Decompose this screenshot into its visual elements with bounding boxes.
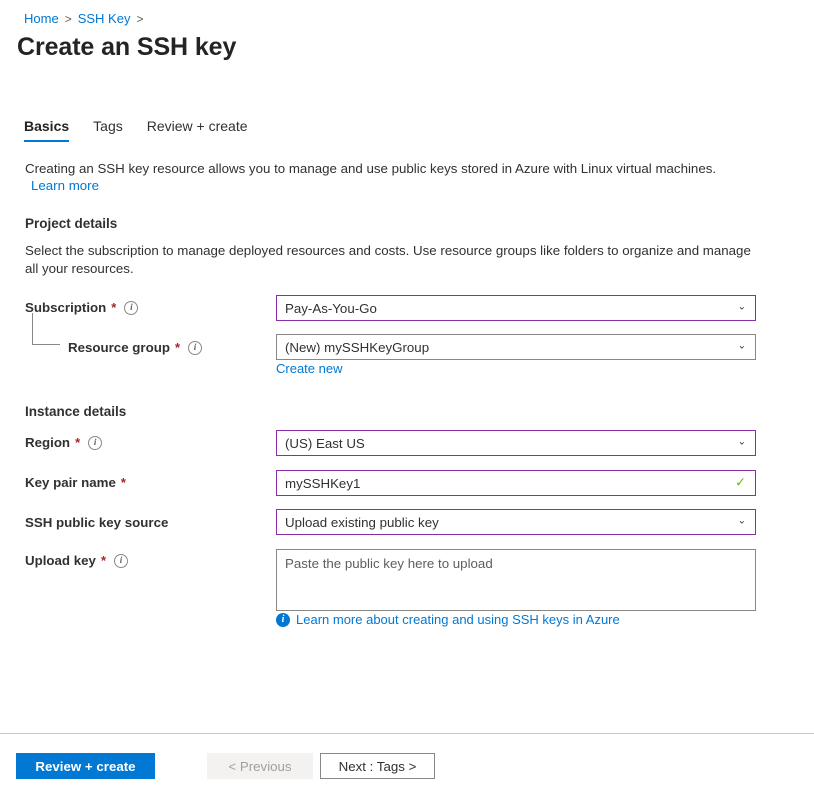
info-icon[interactable]: i (124, 301, 138, 315)
tab-tags[interactable]: Tags (93, 118, 137, 142)
region-value: (US) East US (285, 436, 365, 451)
key-pair-name-input[interactable]: mySSHKey1 ✓ (276, 470, 756, 496)
breadcrumb-separator-icon: > (136, 10, 143, 28)
ssh-public-key-source-label: SSH public key source (25, 515, 168, 530)
project-details-heading: Project details (25, 216, 117, 231)
resource-group-value: (New) mySSHKeyGroup (285, 340, 429, 355)
info-filled-icon: i (276, 613, 290, 627)
ssh-public-key-source-label-text: SSH public key source (25, 515, 168, 530)
next-tags-button[interactable]: Next : Tags > (320, 753, 435, 779)
previous-button: < Previous (207, 753, 313, 779)
tab-basics[interactable]: Basics (24, 118, 83, 142)
region-label-text: Region (25, 435, 70, 450)
resource-group-dropdown[interactable]: (New) mySSHKeyGroup ⌄ (276, 334, 756, 360)
key-pair-name-label-text: Key pair name (25, 475, 116, 490)
key-pair-name-value: mySSHKey1 (285, 476, 360, 491)
resource-group-label: Resource group * i (68, 340, 202, 355)
project-details-description: Select the subscription to manage deploy… (25, 242, 755, 278)
breadcrumb: Home > SSH Key > (24, 10, 143, 28)
region-label: Region * i (25, 435, 102, 450)
intro-text: Creating an SSH key resource allows you … (25, 160, 765, 194)
info-icon[interactable]: i (188, 341, 202, 355)
resource-group-label-text: Resource group (68, 340, 170, 355)
upload-key-placeholder: Paste the public key here to upload (285, 556, 493, 571)
ssh-public-key-source-value: Upload existing public key (285, 515, 439, 530)
required-marker: * (75, 435, 80, 450)
info-icon[interactable]: i (114, 554, 128, 568)
required-marker: * (111, 300, 116, 315)
region-dropdown[interactable]: (US) East US ⌄ (276, 430, 756, 456)
ssh-keys-help-link[interactable]: i Learn more about creating and using SS… (276, 612, 620, 627)
upload-key-textarea[interactable]: Paste the public key here to upload (276, 549, 756, 611)
upload-key-label-text: Upload key (25, 553, 96, 568)
review-create-button[interactable]: Review + create (16, 753, 155, 779)
key-pair-name-label: Key pair name * (25, 475, 126, 490)
checkmark-icon: ✓ (735, 475, 746, 488)
required-marker: * (101, 553, 106, 568)
ssh-keys-help-text: Learn more about creating and using SSH … (296, 612, 620, 627)
tab-bar: Basics Tags Review + create (24, 118, 272, 142)
chevron-down-icon: ⌄ (738, 517, 746, 527)
tab-review-create[interactable]: Review + create (147, 118, 262, 142)
chevron-down-icon: ⌄ (738, 303, 746, 313)
page-title: Create an SSH key (17, 33, 236, 62)
breadcrumb-item-home[interactable]: Home (24, 10, 59, 28)
breadcrumb-item-ssh-key[interactable]: SSH Key (78, 10, 131, 28)
footer-bar: Review + create < Previous Next : Tags > (0, 734, 814, 797)
learn-more-link[interactable]: Learn more (31, 177, 99, 194)
subscription-value: Pay-As-You-Go (285, 301, 377, 316)
resource-group-tree-connector (32, 313, 60, 345)
instance-details-heading: Instance details (25, 404, 126, 419)
create-new-resource-group-link[interactable]: Create new (276, 361, 342, 376)
ssh-public-key-source-dropdown[interactable]: Upload existing public key ⌄ (276, 509, 756, 535)
chevron-down-icon: ⌄ (738, 342, 746, 352)
info-icon[interactable]: i (88, 436, 102, 450)
chevron-down-icon: ⌄ (738, 438, 746, 448)
create-ssh-key-page: Home > SSH Key > Create an SSH key Basic… (0, 0, 814, 797)
required-marker: * (175, 340, 180, 355)
intro-description: Creating an SSH key resource allows you … (25, 161, 716, 176)
upload-key-label: Upload key * i (25, 553, 128, 568)
breadcrumb-separator-icon: > (65, 10, 72, 28)
required-marker: * (121, 475, 126, 490)
subscription-dropdown[interactable]: Pay-As-You-Go ⌄ (276, 295, 756, 321)
